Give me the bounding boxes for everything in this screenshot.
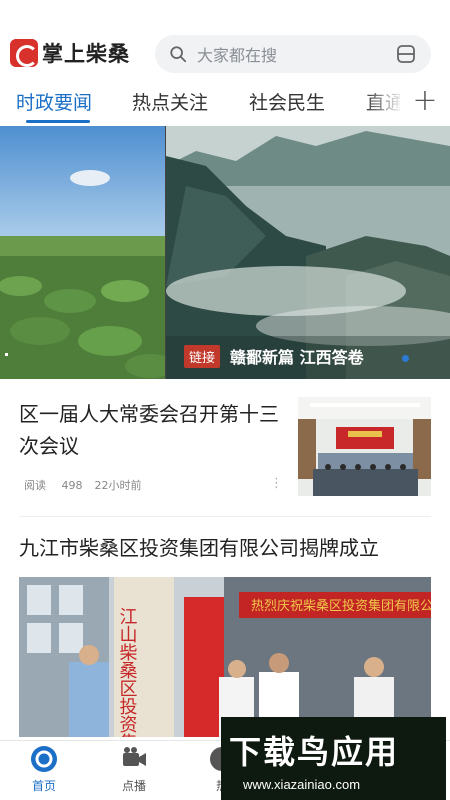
tab-politics[interactable]: 时政要闻 bbox=[16, 88, 92, 115]
banner-carousel[interactable]: 链接 赣鄱新篇 江西答卷 bbox=[0, 126, 450, 379]
carousel-indicator-dot bbox=[402, 355, 409, 362]
scan-icon[interactable] bbox=[395, 43, 417, 65]
search-bar[interactable]: 大家都在搜 bbox=[155, 35, 431, 73]
read-count: 阅读 498 bbox=[24, 479, 83, 492]
app-logo-icon bbox=[10, 39, 38, 67]
nav-label: 首页 bbox=[31, 779, 56, 793]
more-options-icon[interactable]: ⋮ bbox=[270, 476, 283, 491]
tab-livelihood[interactable]: 社会民生 bbox=[249, 88, 325, 115]
prev-slide-indicator bbox=[5, 353, 8, 356]
link-badge: 链接 bbox=[184, 344, 221, 368]
video-camera-icon bbox=[123, 747, 146, 766]
news-thumbnail[interactable] bbox=[298, 397, 431, 496]
app-name: 掌上柴桑 bbox=[42, 42, 130, 66]
banner-text: 热烈庆祝柴桑区投资集团有限公司揭牌 bbox=[251, 598, 431, 614]
slide-image-lotus-field[interactable] bbox=[0, 126, 165, 379]
search-input[interactable]: 大家都在搜 bbox=[197, 42, 395, 66]
banner-caption[interactable]: 链接 赣鄱新篇 江西答卷 bbox=[184, 344, 364, 368]
channel-tabs: 时政要闻 热点关注 社会民生 直通 + bbox=[0, 82, 450, 126]
publish-time: 22小时前 bbox=[94, 479, 142, 492]
app-logo[interactable]: 掌上柴桑 bbox=[10, 38, 130, 68]
news-cover-image[interactable]: 热烈庆祝柴桑区投资集团有限公司揭牌 江山柴桑区投资集团有 bbox=[19, 577, 431, 737]
active-tab-indicator bbox=[26, 120, 90, 123]
news-title[interactable]: 区一届人大常委会召开第十三次会议 bbox=[19, 398, 287, 462]
tab-hot-topics[interactable]: 热点关注 bbox=[132, 88, 208, 115]
app-header: 掌上柴桑 大家都在搜 bbox=[0, 0, 450, 82]
nav-home[interactable]: 首页 bbox=[14, 745, 74, 794]
search-icon bbox=[170, 46, 187, 63]
home-logo-icon bbox=[31, 746, 57, 772]
watermark-url: www.xiazainiao.com bbox=[243, 777, 361, 792]
news-meta: 阅读 498 22小时前 bbox=[24, 477, 142, 493]
nav-vod[interactable]: 点播 bbox=[104, 745, 164, 794]
news-title[interactable]: 九江市柴桑区投资集团有限公司揭牌成立 bbox=[19, 532, 431, 561]
watermark-overlay: 下载鸟应用 www.xiazainiao.com bbox=[221, 717, 446, 800]
divider bbox=[19, 516, 431, 517]
sign-text: 江山柴桑区投资集团有 bbox=[117, 607, 138, 737]
add-tab-button[interactable]: + bbox=[410, 84, 440, 120]
watermark-logo-text: 下载鸟应用 bbox=[229, 733, 400, 771]
slide-image-mountains[interactable] bbox=[166, 126, 450, 379]
news-item[interactable]: 区一届人大常委会召开第十三次会议 阅读 498 22小时前 ⋮ bbox=[0, 380, 450, 508]
nav-label: 点播 bbox=[121, 779, 146, 793]
banner-title[interactable]: 赣鄱新篇 江西答卷 bbox=[230, 344, 364, 368]
